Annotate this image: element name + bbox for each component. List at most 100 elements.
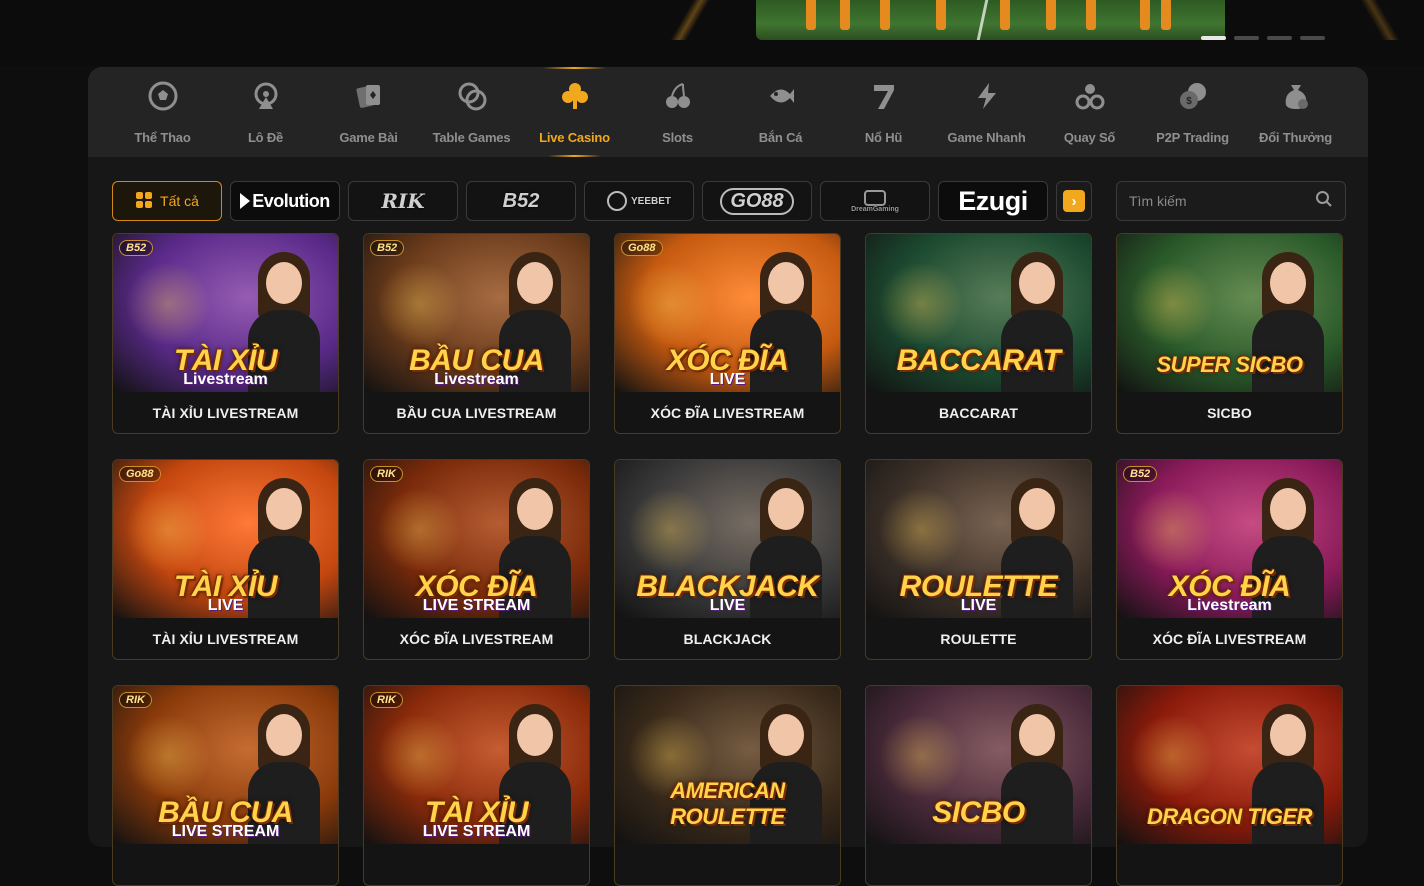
game-card[interactable]: SUPER SICBO SICBO <box>1116 233 1343 434</box>
tab-table-games[interactable]: Table Games <box>420 67 523 157</box>
tab-doi-thuong[interactable]: Đổi Thưởng <box>1244 67 1347 157</box>
provider-badge: Go88 <box>119 466 161 482</box>
coins-icon: $ <box>1177 80 1209 112</box>
dealer-body <box>1252 310 1324 392</box>
dealer-body <box>1252 762 1324 844</box>
money-bag-icon <box>1280 80 1312 112</box>
game-grid: B52 TÀI XỈU Livestream TÀI XỈU LIVESTREA… <box>112 233 1343 886</box>
lottery-balls-icon <box>1074 80 1106 112</box>
tab-ban-ca[interactable]: Bắn Cá <box>729 67 832 157</box>
tab-lo-de[interactable]: Lô Đề <box>214 67 317 157</box>
provider-all-button[interactable]: Tất cả <box>112 181 222 221</box>
game-card[interactable]: SICBO <box>865 685 1092 886</box>
field-line <box>976 0 989 40</box>
thumbnail-glow <box>1127 490 1217 570</box>
lottery-wheel-icon <box>250 80 282 112</box>
tab-slots[interactable]: Slots <box>626 67 729 157</box>
provider-badge: B52 <box>119 240 154 256</box>
tab-game-bai[interactable]: Game Bài <box>317 67 420 157</box>
game-card[interactable]: BACCARAT BACCARAT <box>865 233 1092 434</box>
thumbnail-glow <box>123 716 213 796</box>
provider-yeebet[interactable]: YEEBET <box>584 181 694 221</box>
game-name <box>1117 844 1342 885</box>
game-name <box>866 844 1091 885</box>
provider-rik[interactable]: RIK <box>348 181 458 221</box>
banner-light-streak <box>660 0 720 40</box>
thumbnail-glow <box>1127 264 1217 344</box>
dealer-face <box>768 488 804 530</box>
provider-b52[interactable]: B52 <box>466 181 576 221</box>
search-input[interactable] <box>1129 193 1315 209</box>
thumbnail-glow <box>374 264 464 344</box>
game-name <box>364 844 589 885</box>
fish-icon <box>765 80 797 112</box>
thumbnail-glow <box>123 264 213 344</box>
game-card[interactable]: BLACKJACK LIVE BLACKJACK <box>614 459 841 660</box>
game-thumbnail: AMERICAN ROULETTE <box>615 686 840 844</box>
player-leg <box>840 0 850 30</box>
cherries-icon <box>662 80 694 112</box>
game-card[interactable]: Go88 XÓC ĐĨA LIVE XÓC ĐĨA LIVESTREAM <box>614 233 841 434</box>
game-card[interactable]: RIK TÀI XỈU LIVE STREAM <box>363 685 590 886</box>
thumbnail-glow <box>123 490 213 570</box>
player-leg <box>806 0 816 30</box>
game-lobby-panel: Thể Thao Lô Đề Game Bài Table Games Live… <box>88 67 1368 886</box>
thumbnail-glow <box>374 716 464 796</box>
game-thumbnail: B52 XÓC ĐĨA Livestream <box>1117 460 1342 618</box>
tab-live-casino[interactable]: Live Casino <box>523 67 626 157</box>
game-card[interactable]: RIK BẦU CUA LIVE STREAM <box>112 685 339 886</box>
tab-game-nhanh[interactable]: Game Nhanh <box>935 67 1038 157</box>
carousel-dots <box>1201 36 1325 40</box>
game-card[interactable]: B52 BẦU CUA Livestream BẦU CUA LIVESTREA… <box>363 233 590 434</box>
banner-image[interactable] <box>756 0 1225 40</box>
player-leg <box>1086 0 1096 30</box>
tab-quay-so[interactable]: Quay Số <box>1038 67 1141 157</box>
carousel-dot[interactable] <box>1300 36 1325 40</box>
game-name: TÀI XỈU LIVESTREAM <box>152 405 299 421</box>
provider-next-button[interactable]: › <box>1056 181 1092 221</box>
dealer-face <box>517 714 553 756</box>
dealer-face <box>517 488 553 530</box>
game-name: ROULETTE <box>940 631 1017 647</box>
dealer-face <box>266 262 302 304</box>
thumbnail-glow <box>876 264 966 344</box>
game-card[interactable]: B52 TÀI XỈU Livestream TÀI XỈU LIVESTREA… <box>112 233 339 434</box>
carousel-dot[interactable] <box>1201 36 1226 40</box>
search-icon[interactable] <box>1315 190 1333 213</box>
game-card[interactable]: DRAGON TIGER <box>1116 685 1343 886</box>
provider-go88[interactable]: GO88 <box>702 181 812 221</box>
thumbnail-glow <box>876 716 966 796</box>
player-leg <box>1140 0 1150 30</box>
hero-banner <box>0 0 1424 66</box>
tab-p2p-trading[interactable]: $ P2P Trading <box>1141 67 1244 157</box>
provider-evolution[interactable]: Evolution <box>230 181 340 221</box>
lightning-icon <box>971 80 1003 112</box>
game-card[interactable]: AMERICAN ROULETTE <box>614 685 841 886</box>
game-card[interactable]: ROULETTE LIVE ROULETTE <box>865 459 1092 660</box>
provider-dreamgaming[interactable]: DreamGaming <box>820 181 930 221</box>
evolution-logo-icon <box>240 193 251 209</box>
carousel-dot[interactable] <box>1234 36 1259 40</box>
game-thumbnail: RIK XÓC ĐĨA LIVE STREAM <box>364 460 589 618</box>
search-box <box>1116 181 1346 221</box>
player-leg <box>1161 0 1171 30</box>
game-art-title: BACCARAT <box>896 344 1061 377</box>
category-tabs: Thể Thao Lô Đề Game Bài Table Games Live… <box>88 67 1368 157</box>
svg-text:$: $ <box>1186 96 1192 107</box>
game-card[interactable]: RIK XÓC ĐĨA LIVE STREAM XÓC ĐĨA LIVESTRE… <box>363 459 590 660</box>
game-name: TÀI XỈU LIVESTREAM <box>152 631 299 647</box>
dealer-face <box>1270 488 1306 530</box>
game-name: XÓC ĐĨA LIVESTREAM <box>650 405 805 421</box>
provider-badge: B52 <box>1123 466 1158 482</box>
tab-no-hu[interactable]: Nổ Hũ <box>832 67 935 157</box>
game-card[interactable]: Go88 TÀI XỈU LIVE TÀI XỈU LIVESTREAM <box>112 459 339 660</box>
clubs-icon <box>559 80 591 112</box>
tab-the-thao[interactable]: Thể Thao <box>111 67 214 157</box>
carousel-dot[interactable] <box>1267 36 1292 40</box>
provider-ezugi[interactable]: Ezugi <box>938 181 1048 221</box>
provider-badge: RIK <box>119 692 152 708</box>
dealer-face <box>266 488 302 530</box>
game-name: XÓC ĐĨA LIVESTREAM <box>1152 631 1307 647</box>
game-card[interactable]: B52 XÓC ĐĨA Livestream XÓC ĐĨA LIVESTREA… <box>1116 459 1343 660</box>
game-thumbnail: DRAGON TIGER <box>1117 686 1342 844</box>
